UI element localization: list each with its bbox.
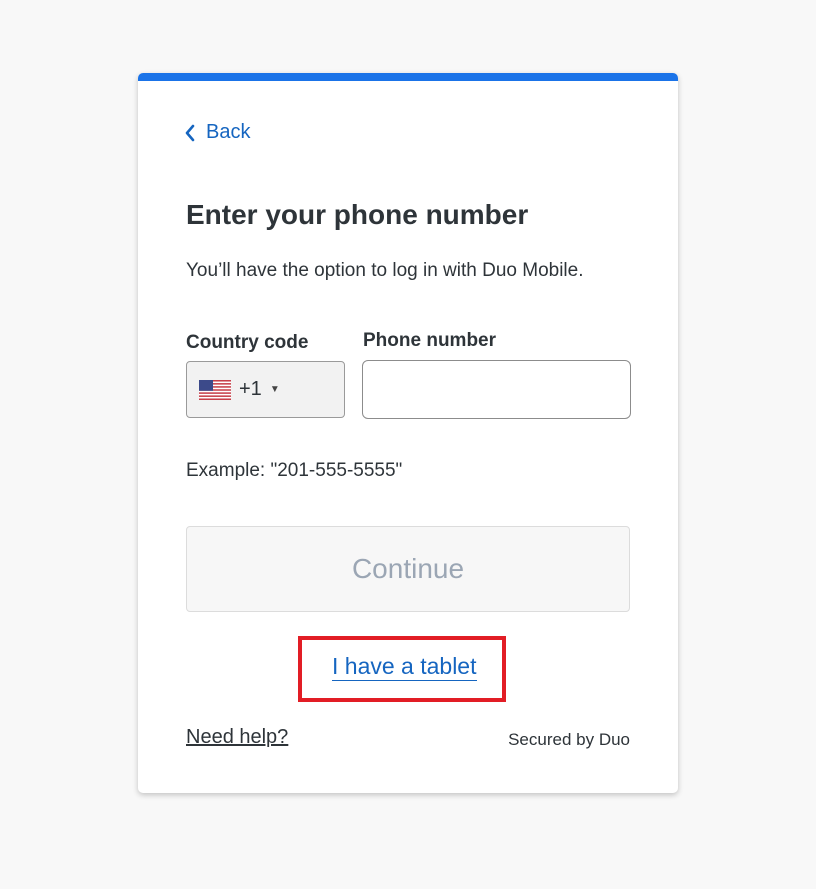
- secured-by-duo-text: Secured by Duo: [508, 730, 630, 749]
- page-subtitle: You’ll have the option to log in with Du…: [186, 260, 584, 281]
- accent-top-bar: [138, 73, 678, 81]
- phone-number-input[interactable]: [362, 360, 631, 419]
- login-card: Back Enter your phone number You’ll have…: [138, 73, 678, 793]
- back-link[interactable]: Back: [184, 121, 250, 144]
- have-tablet-link[interactable]: I have a tablet: [332, 652, 477, 681]
- chevron-left-icon: [185, 124, 195, 141]
- phone-number-label: Phone number: [363, 330, 497, 351]
- back-label: Back: [206, 121, 251, 143]
- caret-down-icon: ▼: [269, 384, 280, 395]
- country-code-value: +1: [239, 378, 262, 400]
- us-flag-icon: [199, 379, 231, 400]
- continue-button[interactable]: Continue: [186, 526, 630, 612]
- page-title: Enter your phone number: [186, 199, 529, 230]
- country-code-select[interactable]: +1 ▼: [186, 361, 345, 418]
- need-help-link[interactable]: Need help?: [186, 726, 288, 749]
- country-code-label: Country code: [186, 332, 309, 353]
- phone-example-text: Example: "201-555-5555": [186, 460, 403, 481]
